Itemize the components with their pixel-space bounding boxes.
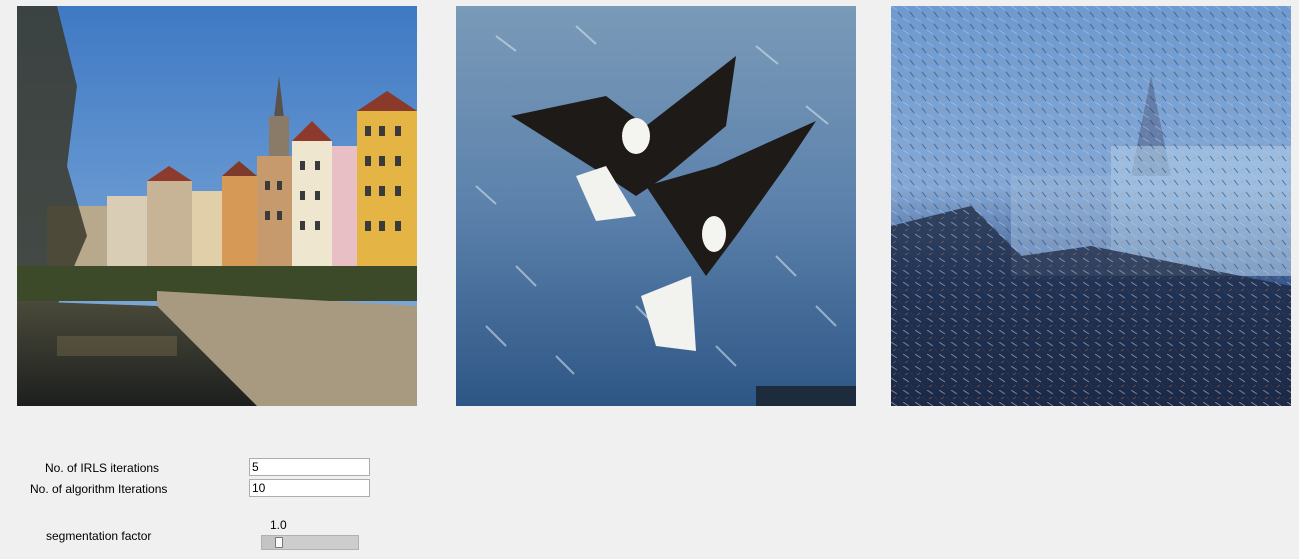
irls-iterations-label: No. of IRLS iterations [45, 461, 160, 475]
style-image [456, 6, 856, 406]
segmentation-factor-value: 1.0 [270, 518, 287, 532]
segmentation-factor-label: segmentation factor [46, 529, 152, 543]
content-image [17, 6, 417, 406]
slider-fill [262, 536, 275, 549]
segmentation-factor-slider[interactable] [261, 535, 359, 550]
slider-thumb[interactable] [275, 537, 283, 548]
irls-iterations-input[interactable] [249, 458, 370, 476]
algorithm-iterations-label: No. of algorithm Iterations [30, 482, 168, 496]
result-image [891, 6, 1291, 406]
app-window: No. of IRLS iterations No. of algorithm … [0, 0, 1299, 559]
algorithm-iterations-input[interactable] [249, 479, 370, 497]
